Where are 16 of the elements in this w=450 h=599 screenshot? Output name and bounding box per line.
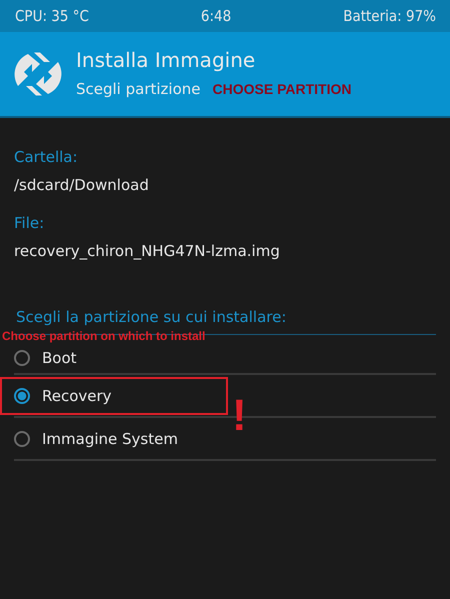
option-label: Recovery [42,386,112,404]
field-value: /sdcard/Download [14,176,150,194]
screen-subtitle: Scegli partizione [76,80,201,98]
field-value: recovery_chiron_NHG47N-lzma.img [14,242,281,260]
clock: 6:48 [200,7,232,25]
radio-row[interactable]: Immagine System [14,420,178,458]
exclamation-mark: ! [232,391,247,441]
field-label: Cartella: [14,148,79,166]
battery-level: Batteria: 97% [343,7,436,25]
option-label: Boot [42,349,77,367]
radio-row[interactable]: Boot [14,344,77,372]
option-label: Immagine System [42,430,178,448]
screen-title: Installa Immagine [76,48,256,72]
field-label: File: [14,214,46,232]
cpu-temperature: CPU: 35 °C [15,7,89,25]
annotation-text: CHOOSE PARTITION [212,81,352,97]
